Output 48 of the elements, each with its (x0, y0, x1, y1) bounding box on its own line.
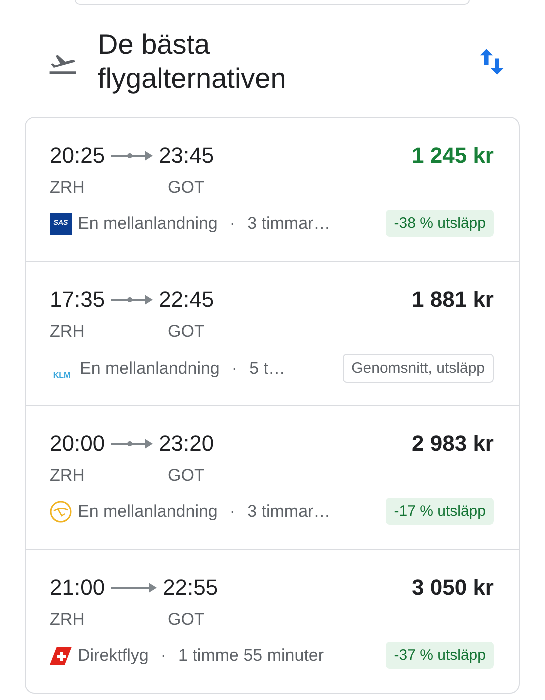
sort-icon[interactable] (479, 47, 505, 77)
section-title: De bästa flygalternativen (98, 28, 288, 96)
stops-text: Direktflyg (78, 646, 149, 666)
departure-time: 21:00 (50, 575, 106, 601)
arrival-time: 22:45 (159, 287, 214, 313)
origin-airport: ZRH (50, 466, 86, 486)
destination-airport: GOT (168, 466, 205, 486)
separator: · (160, 646, 167, 666)
arrival-time: 23:45 (159, 143, 214, 169)
duration-text: 3 timmar… (248, 214, 331, 234)
crane-logo-icon (50, 500, 72, 522)
stops-text: En mellanlandning (80, 358, 220, 378)
destination-airport: GOT (168, 610, 205, 630)
arrival-time: 23:20 (159, 431, 214, 457)
stops-text: En mellanlandning (78, 214, 218, 234)
departure-time: 17:35 (50, 287, 106, 313)
duration-text: 1 timme 55 minuter (178, 646, 324, 666)
separator: · (232, 358, 238, 378)
route-arrow-icon (111, 582, 158, 594)
departure-time: 20:25 (50, 143, 106, 169)
origin-airport: ZRH (50, 322, 86, 342)
origin-airport: ZRH (50, 178, 86, 198)
emissions-badge: Genomsnitt, utsläpp (342, 354, 494, 383)
price: 1 245 kr (412, 143, 494, 169)
arrival-time: 22:55 (163, 575, 218, 601)
origin-airport: ZRH (50, 610, 86, 630)
route-arrow-icon (111, 294, 154, 306)
price: 1 881 kr (412, 287, 494, 313)
separator: · (230, 214, 236, 234)
flight-option[interactable]: 17:35 22:45 1 881 kr ZRH GOT KLM En mellanlandning · 5 t… Genomsnitt, utsläpp (26, 261, 519, 405)
price: 3 050 kr (412, 575, 494, 601)
departure-time: 20:00 (50, 431, 106, 457)
emissions-badge: -17 % utsläpp (386, 498, 494, 525)
duration-text: 3 timmar… (248, 502, 331, 522)
route-arrow-icon (111, 150, 154, 162)
destination-airport: GOT (168, 178, 205, 198)
duration-text: 5 t… (250, 358, 286, 378)
flight-option[interactable]: 21:00 22:55 3 050 kr ZRH GOT Direktflyg · 1 timme 55 minuter -37 % utsläpp (26, 549, 519, 693)
route-arrow-icon (111, 438, 154, 450)
emissions-badge: -38 % utsläpp (386, 210, 494, 237)
emissions-badge: -37 % utsläpp (386, 642, 494, 669)
stops-text: En mellanlandning (78, 502, 218, 522)
flight-option[interactable]: 20:00 23:20 2 983 kr ZRH GOT En mellanlandning · 3 timmar… -17 % utsläpp (26, 405, 519, 549)
separator: · (230, 502, 236, 522)
airline-logo: KLM (52, 370, 72, 380)
cross-logo-icon (50, 644, 72, 666)
destination-airport: GOT (168, 322, 205, 342)
price: 2 983 kr (412, 431, 494, 457)
